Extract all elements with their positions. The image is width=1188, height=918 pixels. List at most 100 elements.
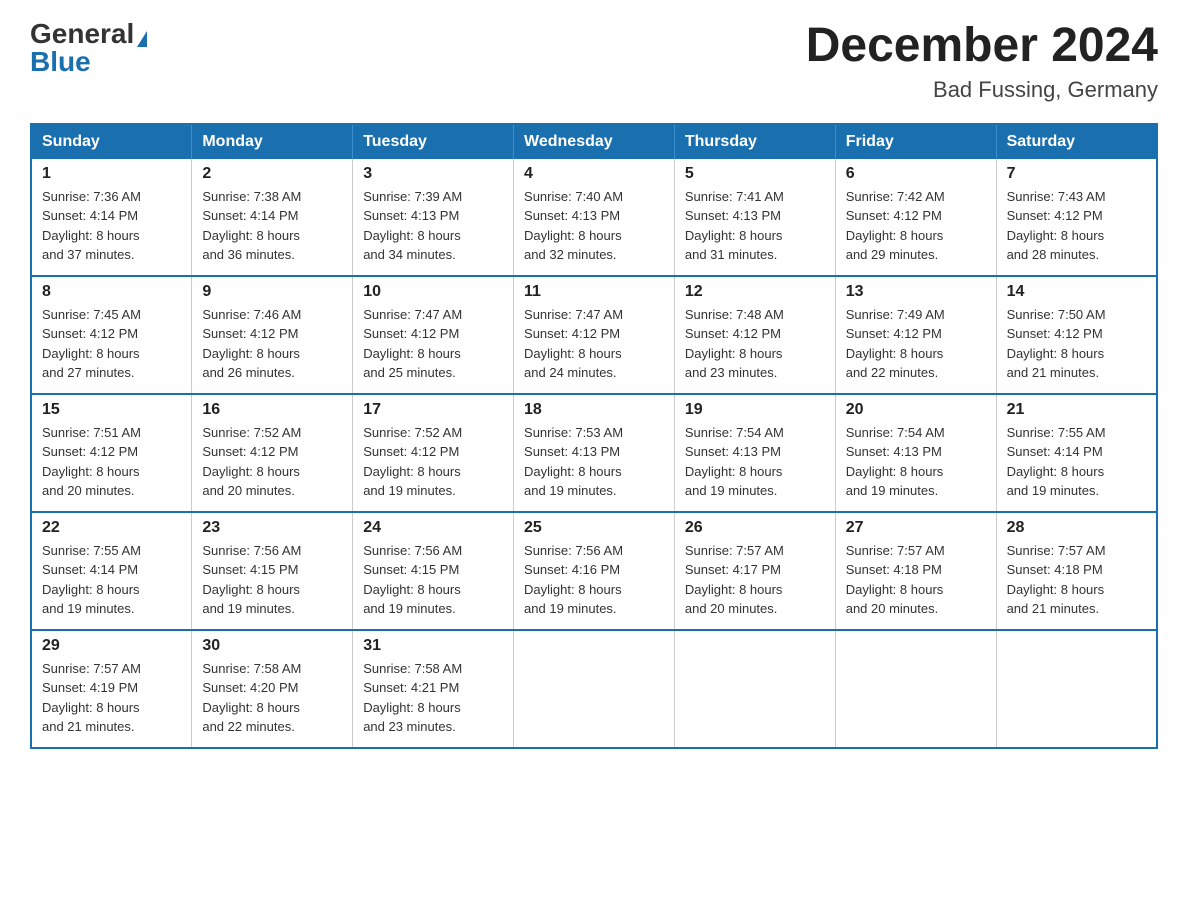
header-friday: Friday xyxy=(835,124,996,159)
day-info: Sunrise: 7:57 AM Sunset: 4:18 PM Dayligh… xyxy=(846,541,986,619)
day-info: Sunrise: 7:56 AM Sunset: 4:16 PM Dayligh… xyxy=(524,541,664,619)
week-row-2: 8 Sunrise: 7:45 AM Sunset: 4:12 PM Dayli… xyxy=(31,276,1157,394)
day-number: 11 xyxy=(524,283,664,301)
day-number: 31 xyxy=(363,637,503,655)
logo-triangle-icon xyxy=(137,31,147,47)
day-number: 16 xyxy=(202,401,342,419)
header-monday: Monday xyxy=(192,124,353,159)
day-info: Sunrise: 7:43 AM Sunset: 4:12 PM Dayligh… xyxy=(1007,187,1146,265)
day-info: Sunrise: 7:42 AM Sunset: 4:12 PM Dayligh… xyxy=(846,187,986,265)
logo-bottom: Blue xyxy=(30,48,91,76)
day-number: 3 xyxy=(363,165,503,183)
day-info: Sunrise: 7:39 AM Sunset: 4:13 PM Dayligh… xyxy=(363,187,503,265)
day-number: 18 xyxy=(524,401,664,419)
day-number: 12 xyxy=(685,283,825,301)
day-number: 20 xyxy=(846,401,986,419)
calendar-cell: 26 Sunrise: 7:57 AM Sunset: 4:17 PM Dayl… xyxy=(674,512,835,630)
day-number: 29 xyxy=(42,637,181,655)
title-section: December 2024 Bad Fussing, Germany xyxy=(806,20,1158,103)
calendar-cell xyxy=(514,630,675,748)
day-info: Sunrise: 7:57 AM Sunset: 4:17 PM Dayligh… xyxy=(685,541,825,619)
day-number: 23 xyxy=(202,519,342,537)
calendar-cell: 5 Sunrise: 7:41 AM Sunset: 4:13 PM Dayli… xyxy=(674,159,835,276)
day-number: 14 xyxy=(1007,283,1146,301)
calendar-cell: 28 Sunrise: 7:57 AM Sunset: 4:18 PM Dayl… xyxy=(996,512,1157,630)
month-title: December 2024 xyxy=(806,20,1158,73)
location-text: Bad Fussing, Germany xyxy=(806,77,1158,103)
day-number: 19 xyxy=(685,401,825,419)
day-number: 26 xyxy=(685,519,825,537)
day-info: Sunrise: 7:49 AM Sunset: 4:12 PM Dayligh… xyxy=(846,305,986,383)
day-number: 17 xyxy=(363,401,503,419)
day-info: Sunrise: 7:48 AM Sunset: 4:12 PM Dayligh… xyxy=(685,305,825,383)
header-wednesday: Wednesday xyxy=(514,124,675,159)
calendar-cell: 21 Sunrise: 7:55 AM Sunset: 4:14 PM Dayl… xyxy=(996,394,1157,512)
calendar-cell: 13 Sunrise: 7:49 AM Sunset: 4:12 PM Dayl… xyxy=(835,276,996,394)
day-number: 30 xyxy=(202,637,342,655)
day-info: Sunrise: 7:54 AM Sunset: 4:13 PM Dayligh… xyxy=(846,423,986,501)
day-number: 28 xyxy=(1007,519,1146,537)
calendar-cell xyxy=(674,630,835,748)
day-info: Sunrise: 7:45 AM Sunset: 4:12 PM Dayligh… xyxy=(42,305,181,383)
header-tuesday: Tuesday xyxy=(353,124,514,159)
header-sunday: Sunday xyxy=(31,124,192,159)
calendar-cell: 29 Sunrise: 7:57 AM Sunset: 4:19 PM Dayl… xyxy=(31,630,192,748)
day-number: 4 xyxy=(524,165,664,183)
calendar-cell: 12 Sunrise: 7:48 AM Sunset: 4:12 PM Dayl… xyxy=(674,276,835,394)
calendar-cell: 4 Sunrise: 7:40 AM Sunset: 4:13 PM Dayli… xyxy=(514,159,675,276)
calendar-cell: 11 Sunrise: 7:47 AM Sunset: 4:12 PM Dayl… xyxy=(514,276,675,394)
logo: General Blue xyxy=(30,20,147,76)
calendar-cell: 9 Sunrise: 7:46 AM Sunset: 4:12 PM Dayli… xyxy=(192,276,353,394)
day-number: 21 xyxy=(1007,401,1146,419)
day-number: 2 xyxy=(202,165,342,183)
day-info: Sunrise: 7:53 AM Sunset: 4:13 PM Dayligh… xyxy=(524,423,664,501)
day-number: 27 xyxy=(846,519,986,537)
day-info: Sunrise: 7:41 AM Sunset: 4:13 PM Dayligh… xyxy=(685,187,825,265)
calendar-cell: 24 Sunrise: 7:56 AM Sunset: 4:15 PM Dayl… xyxy=(353,512,514,630)
day-number: 25 xyxy=(524,519,664,537)
calendar-cell: 23 Sunrise: 7:56 AM Sunset: 4:15 PM Dayl… xyxy=(192,512,353,630)
day-number: 1 xyxy=(42,165,181,183)
calendar-cell: 6 Sunrise: 7:42 AM Sunset: 4:12 PM Dayli… xyxy=(835,159,996,276)
day-number: 6 xyxy=(846,165,986,183)
day-number: 10 xyxy=(363,283,503,301)
calendar-cell xyxy=(835,630,996,748)
calendar-cell: 31 Sunrise: 7:58 AM Sunset: 4:21 PM Dayl… xyxy=(353,630,514,748)
day-info: Sunrise: 7:51 AM Sunset: 4:12 PM Dayligh… xyxy=(42,423,181,501)
day-info: Sunrise: 7:56 AM Sunset: 4:15 PM Dayligh… xyxy=(363,541,503,619)
calendar-cell xyxy=(996,630,1157,748)
week-row-3: 15 Sunrise: 7:51 AM Sunset: 4:12 PM Dayl… xyxy=(31,394,1157,512)
calendar-cell: 30 Sunrise: 7:58 AM Sunset: 4:20 PM Dayl… xyxy=(192,630,353,748)
day-info: Sunrise: 7:56 AM Sunset: 4:15 PM Dayligh… xyxy=(202,541,342,619)
calendar-cell: 10 Sunrise: 7:47 AM Sunset: 4:12 PM Dayl… xyxy=(353,276,514,394)
calendar-cell: 7 Sunrise: 7:43 AM Sunset: 4:12 PM Dayli… xyxy=(996,159,1157,276)
day-info: Sunrise: 7:52 AM Sunset: 4:12 PM Dayligh… xyxy=(202,423,342,501)
day-info: Sunrise: 7:55 AM Sunset: 4:14 PM Dayligh… xyxy=(42,541,181,619)
week-row-1: 1 Sunrise: 7:36 AM Sunset: 4:14 PM Dayli… xyxy=(31,159,1157,276)
day-info: Sunrise: 7:46 AM Sunset: 4:12 PM Dayligh… xyxy=(202,305,342,383)
week-row-4: 22 Sunrise: 7:55 AM Sunset: 4:14 PM Dayl… xyxy=(31,512,1157,630)
day-info: Sunrise: 7:58 AM Sunset: 4:21 PM Dayligh… xyxy=(363,659,503,737)
calendar-cell: 22 Sunrise: 7:55 AM Sunset: 4:14 PM Dayl… xyxy=(31,512,192,630)
day-number: 24 xyxy=(363,519,503,537)
day-info: Sunrise: 7:57 AM Sunset: 4:19 PM Dayligh… xyxy=(42,659,181,737)
day-info: Sunrise: 7:50 AM Sunset: 4:12 PM Dayligh… xyxy=(1007,305,1146,383)
calendar-cell: 16 Sunrise: 7:52 AM Sunset: 4:12 PM Dayl… xyxy=(192,394,353,512)
day-number: 5 xyxy=(685,165,825,183)
header-saturday: Saturday xyxy=(996,124,1157,159)
day-info: Sunrise: 7:40 AM Sunset: 4:13 PM Dayligh… xyxy=(524,187,664,265)
day-info: Sunrise: 7:57 AM Sunset: 4:18 PM Dayligh… xyxy=(1007,541,1146,619)
day-number: 9 xyxy=(202,283,342,301)
calendar-table: Sunday Monday Tuesday Wednesday Thursday… xyxy=(30,123,1158,749)
day-number: 7 xyxy=(1007,165,1146,183)
day-info: Sunrise: 7:47 AM Sunset: 4:12 PM Dayligh… xyxy=(363,305,503,383)
day-info: Sunrise: 7:36 AM Sunset: 4:14 PM Dayligh… xyxy=(42,187,181,265)
day-info: Sunrise: 7:47 AM Sunset: 4:12 PM Dayligh… xyxy=(524,305,664,383)
calendar-cell: 17 Sunrise: 7:52 AM Sunset: 4:12 PM Dayl… xyxy=(353,394,514,512)
day-number: 13 xyxy=(846,283,986,301)
calendar-cell: 15 Sunrise: 7:51 AM Sunset: 4:12 PM Dayl… xyxy=(31,394,192,512)
day-number: 22 xyxy=(42,519,181,537)
day-info: Sunrise: 7:52 AM Sunset: 4:12 PM Dayligh… xyxy=(363,423,503,501)
week-row-5: 29 Sunrise: 7:57 AM Sunset: 4:19 PM Dayl… xyxy=(31,630,1157,748)
day-info: Sunrise: 7:38 AM Sunset: 4:14 PM Dayligh… xyxy=(202,187,342,265)
